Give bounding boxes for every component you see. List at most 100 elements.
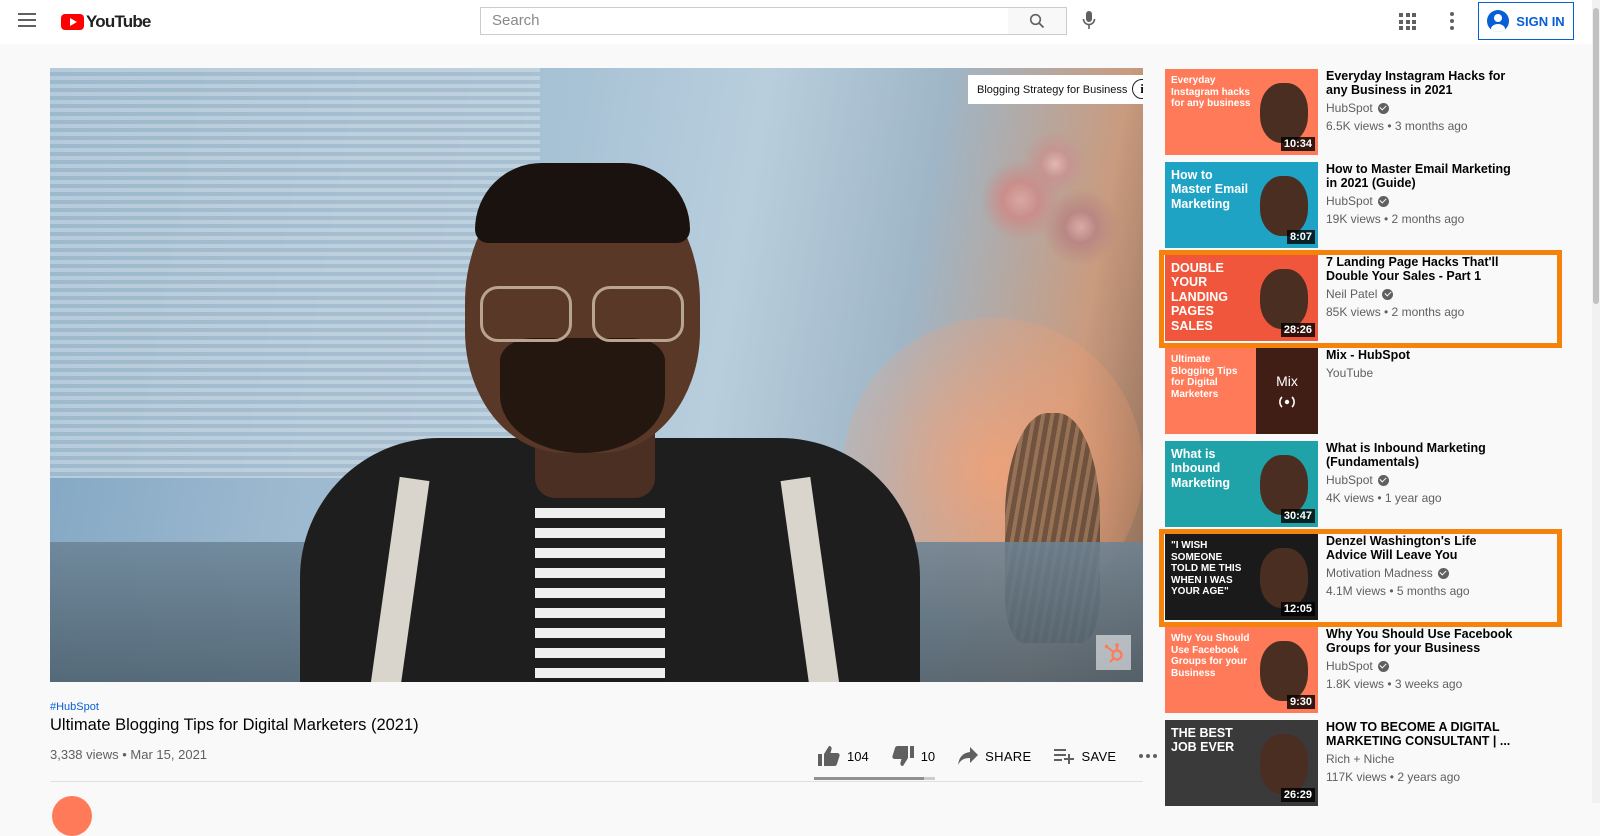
hashtag-link[interactable]: #HubSpot — [50, 701, 99, 713]
hubspot-watermark-icon[interactable] — [1096, 635, 1131, 670]
verified-icon — [1377, 102, 1389, 114]
thumbnail-text: Everyday Instagram hacks for any busines… — [1171, 75, 1251, 109]
channel-name: HubSpot — [1326, 473, 1373, 487]
search-icon — [1029, 13, 1045, 29]
recommendation-meta: How to Master Email Marketing in 2021 (G… — [1318, 162, 1518, 255]
recommendation-meta: What is Inbound Marketing (Fundamentals)… — [1318, 441, 1518, 534]
duration-badge: 8:07 — [1286, 230, 1315, 244]
info-icon[interactable]: i — [1132, 79, 1143, 99]
thumbnail-face — [1260, 455, 1308, 515]
recommendation-item[interactable]: DOUBLE YOUR LANDING PAGES SALES 28:26 7 La… — [1159, 250, 1562, 348]
youtube-logo[interactable]: YouTube — [61, 12, 151, 32]
recommendation-stats: 19K views • 2 months ago — [1326, 212, 1465, 226]
person-beard — [500, 338, 665, 453]
thumbnail-text: Ultimate Blogging Tips for Digital Marke… — [1171, 354, 1238, 400]
mix-radio-icon — [1279, 396, 1295, 408]
sign-in-button[interactable]: SIGN IN — [1478, 2, 1574, 40]
channel-name: HubSpot — [1326, 659, 1373, 673]
recommendation-meta: HOW TO BECOME A DIGITAL MARKETING CONSUL… — [1318, 720, 1518, 813]
scrollbar-thumb[interactable] — [1593, 8, 1599, 304]
striped-shirt — [535, 508, 665, 682]
recommendation-thumbnail[interactable]: Why You Should Use Facebook Groups for y… — [1165, 627, 1318, 713]
recommendation-title[interactable]: What is Inbound Marketing (Fundamentals) — [1326, 441, 1518, 469]
recommendation-channel[interactable]: Rich + Niche — [1326, 752, 1518, 766]
share-label: SHARE — [985, 748, 1032, 764]
dislike-count: 10 — [920, 748, 936, 764]
recommendation-item[interactable]: What is Inbound Marketing 30:47 What is In… — [1165, 441, 1525, 534]
microphone-icon[interactable] — [1080, 10, 1098, 32]
duration-badge: 26:29 — [1280, 788, 1315, 802]
glasses — [480, 286, 690, 342]
recommendation-stats: 4K views • 1 year ago — [1326, 491, 1442, 505]
video-actions: 104 10 SHARE SAVE — [818, 744, 1158, 768]
like-count: 104 — [847, 748, 869, 764]
recommendations-list: Everyday Instagram hacks for any busines… — [1159, 69, 1562, 813]
recommendation-title[interactable]: Mix - HubSpot — [1326, 348, 1518, 362]
card-teaser[interactable]: Blogging Strategy for Business i — [968, 75, 1143, 104]
duration-badge: 10:34 — [1280, 137, 1315, 151]
channel-avatar[interactable] — [52, 796, 92, 836]
recommendation-title[interactable]: HOW TO BECOME A DIGITAL MARKETING CONSUL… — [1326, 720, 1518, 748]
recommendation-thumbnail[interactable]: THE BEST JOB EVER 26:29 — [1165, 720, 1318, 806]
thumbnail-text: How to Master Email Marketing — [1171, 168, 1249, 211]
like-button[interactable]: 104 — [818, 746, 869, 766]
logo-text: YouTube — [86, 12, 151, 31]
channel-name: HubSpot — [1326, 194, 1373, 208]
youtube-logo-icon — [61, 14, 84, 30]
video-player[interactable]: Blogging Strategy for Business i — [50, 68, 1143, 682]
recommendation-thumbnail[interactable]: Ultimate Blogging Tips for Digital Marke… — [1165, 348, 1318, 434]
search-button[interactable] — [1008, 7, 1067, 35]
thumbnail-face — [1260, 83, 1308, 143]
verified-icon — [1377, 660, 1389, 672]
mix-label: Mix — [1276, 373, 1298, 389]
card-teaser-text: Blogging Strategy for Business — [977, 83, 1128, 96]
thumbnail-text: What is Inbound Marketing — [1171, 447, 1231, 490]
recommendation-thumbnail[interactable]: What is Inbound Marketing 30:47 — [1165, 441, 1318, 527]
apps-grid-icon[interactable] — [1399, 13, 1416, 30]
recommendation-title[interactable]: How to Master Email Marketing in 2021 (G… — [1326, 162, 1518, 190]
recommendation-meta: Everyday Instagram Hacks for any Busines… — [1318, 69, 1518, 162]
recommendation-meta: Mix - HubSpot YouTube — [1318, 348, 1518, 441]
verified-icon — [1377, 195, 1389, 207]
recommendation-meta: Why You Should Use Facebook Groups for y… — [1318, 627, 1518, 720]
recommendation-channel[interactable]: YouTube — [1326, 366, 1518, 380]
recommendation-thumbnail[interactable]: How to Master Email Marketing 8:07 — [1165, 162, 1318, 248]
account-icon — [1487, 10, 1510, 32]
dislike-button[interactable]: 10 — [892, 746, 935, 766]
recommendation-item[interactable]: THE BEST JOB EVER 26:29 HOW TO BECOME A DI… — [1165, 720, 1525, 813]
thumbs-down-icon — [892, 746, 914, 766]
recommendation-item[interactable]: Everyday Instagram hacks for any busines… — [1165, 69, 1525, 162]
search-input[interactable]: Search — [480, 7, 1009, 35]
recommendation-thumbnail[interactable]: Everyday Instagram hacks for any busines… — [1165, 69, 1318, 155]
person-hair — [475, 163, 690, 243]
recommendation-item[interactable]: "I WISH SOMEONE TOLD ME THIS WHEN I WAS … — [1159, 529, 1562, 627]
more-horiz-icon[interactable] — [1139, 754, 1158, 758]
channel-name: Rich + Niche — [1326, 752, 1395, 766]
thumbnail-face — [1260, 641, 1308, 701]
recommendation-channel[interactable]: HubSpot — [1326, 473, 1518, 487]
channel-name: HubSpot — [1326, 101, 1373, 115]
share-button[interactable]: SHARE — [958, 747, 1031, 765]
recommendation-item[interactable]: Ultimate Blogging Tips for Digital Marke… — [1165, 348, 1525, 441]
masthead: YouTube Search SIGN IN — [0, 0, 1600, 44]
recommendation-item[interactable]: How to Master Email Marketing 8:07 How to … — [1165, 162, 1525, 255]
sentiment-bar — [814, 777, 935, 780]
share-icon — [958, 747, 979, 765]
recommendation-title[interactable]: Everyday Instagram Hacks for any Busines… — [1326, 69, 1518, 97]
thumbnail-text: Why You Should Use Facebook Groups for y… — [1171, 633, 1250, 679]
sign-in-label: SIGN IN — [1516, 13, 1565, 29]
save-button[interactable]: SAVE — [1054, 748, 1116, 764]
menu-icon[interactable] — [18, 13, 36, 29]
recommendation-title[interactable]: Why You Should Use Facebook Groups for y… — [1326, 627, 1518, 655]
recommendation-item[interactable]: Why You Should Use Facebook Groups for y… — [1165, 627, 1525, 720]
thumbnail-face — [1260, 734, 1308, 794]
recommendation-channel[interactable]: HubSpot — [1326, 101, 1518, 115]
more-vert-icon[interactable] — [1450, 12, 1454, 30]
recommendation-stats: 1.8K views • 3 weeks ago — [1326, 677, 1463, 691]
recommendation-channel[interactable]: HubSpot — [1326, 194, 1518, 208]
duration-badge: 9:30 — [1286, 695, 1315, 709]
recommendation-stats: 117K views • 2 years ago — [1326, 770, 1461, 784]
recommendation-channel[interactable]: HubSpot — [1326, 659, 1518, 673]
mix-overlay: Mix — [1256, 348, 1318, 434]
highlight-box — [1159, 250, 1562, 348]
